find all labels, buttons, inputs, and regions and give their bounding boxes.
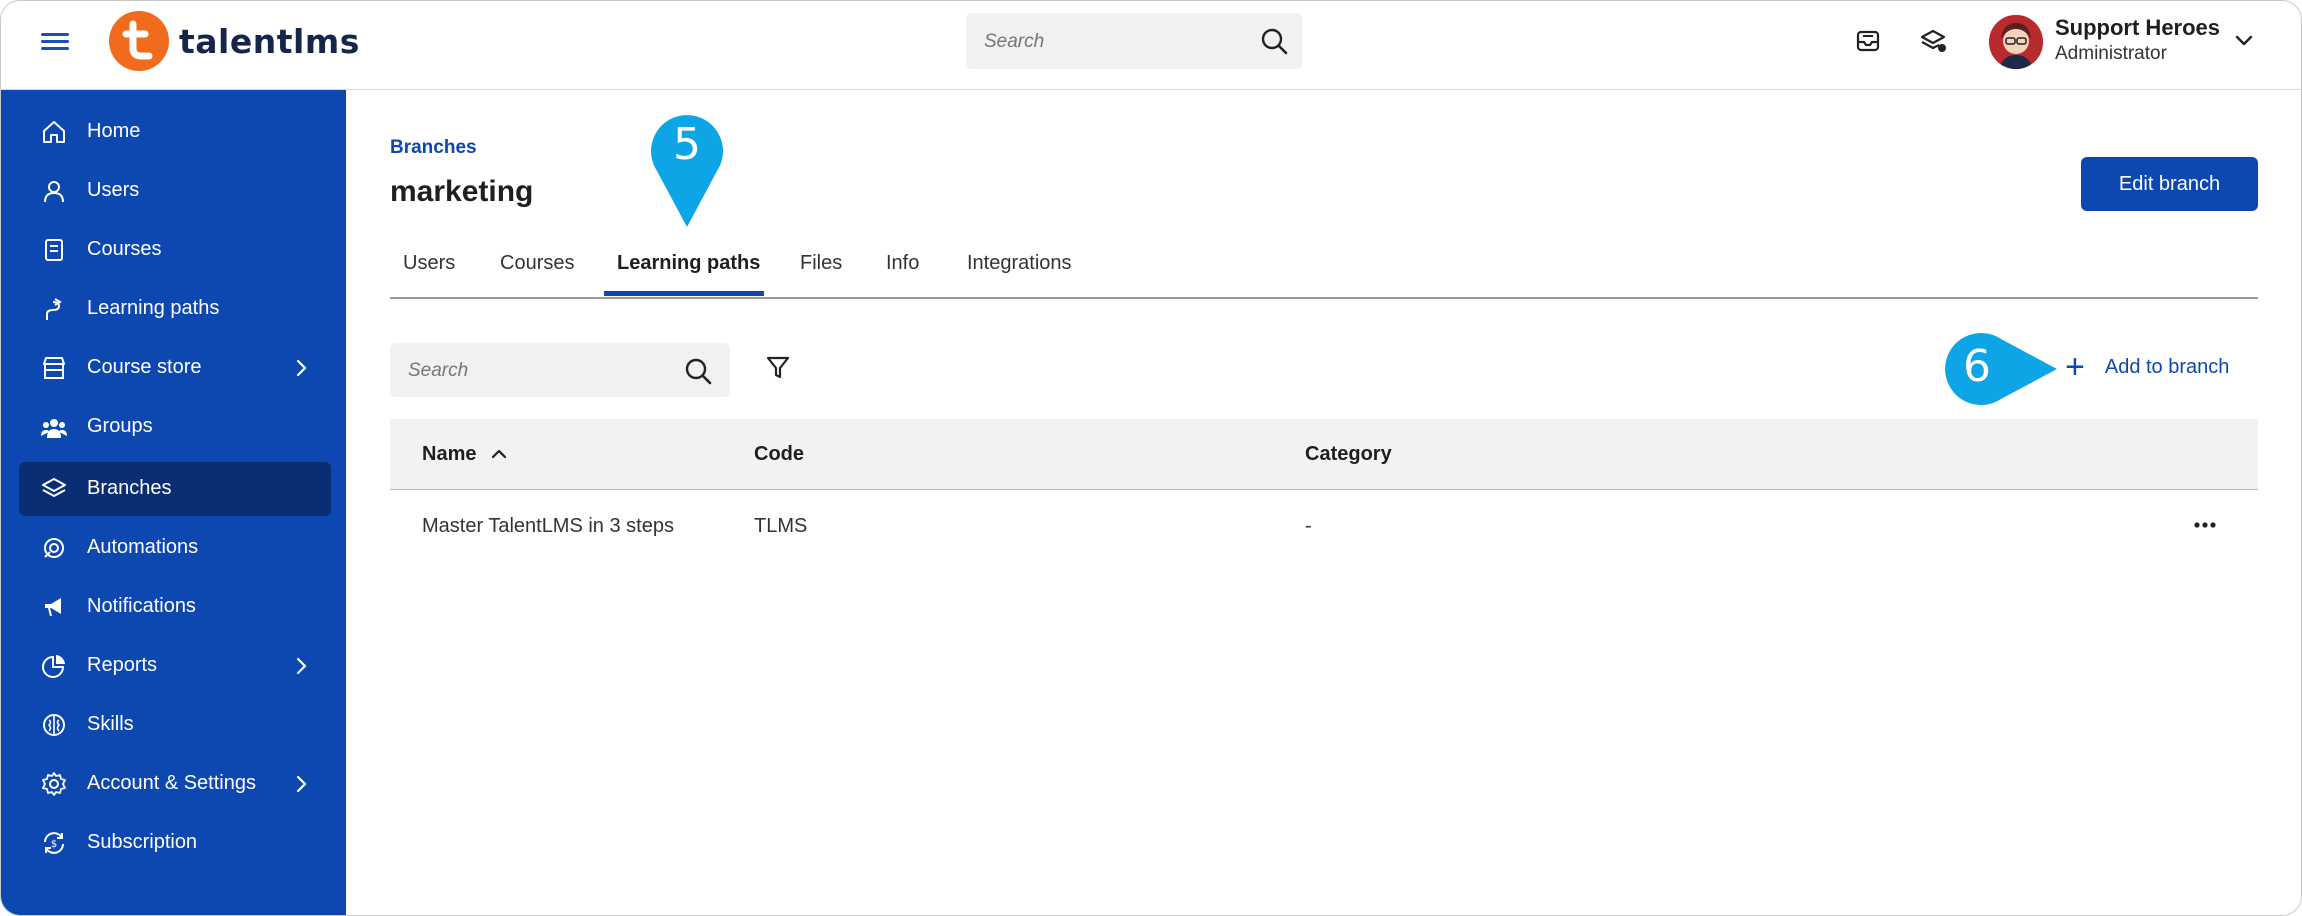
table-header: Name Code Category bbox=[390, 419, 2258, 490]
sidebar-item-branches[interactable]: Branches bbox=[19, 462, 331, 516]
sidebar-item-label: Branches bbox=[87, 477, 172, 499]
sidebar-item-automations[interactable]: Automations bbox=[19, 521, 331, 575]
search-icon[interactable] bbox=[684, 357, 712, 390]
cell-code: TLMS bbox=[754, 515, 808, 537]
top-bar: talentlms Search Support Heroes Administ… bbox=[1, 1, 2301, 90]
sidebar-item-notifications[interactable]: Notifications bbox=[19, 580, 331, 634]
cell-name: Master TalentLMS in 3 steps bbox=[422, 515, 674, 537]
app-window: talentlms Search Support Heroes Administ… bbox=[0, 0, 2302, 916]
sidebar-item-course-store[interactable]: Course store bbox=[19, 341, 331, 395]
active-tab-indicator bbox=[604, 291, 764, 296]
tab-courses[interactable]: Courses bbox=[500, 252, 574, 275]
chevron-down-icon[interactable] bbox=[2233, 29, 2255, 56]
step-callout-5: 5 bbox=[647, 109, 727, 229]
layers-icon bbox=[41, 476, 67, 502]
breadcrumb[interactable]: Branches bbox=[390, 137, 477, 159]
column-header-name[interactable]: Name bbox=[422, 443, 476, 466]
sidebar-item-label: Groups bbox=[87, 415, 153, 437]
subscription-icon: $ bbox=[41, 830, 67, 856]
column-header-category[interactable]: Category bbox=[1305, 443, 1392, 466]
search-icon[interactable] bbox=[1260, 27, 1288, 60]
gear-icon bbox=[41, 771, 67, 797]
sidebar-item-label: Courses bbox=[87, 238, 162, 260]
logo-text: talentlms bbox=[179, 21, 360, 61]
groups-icon bbox=[41, 414, 67, 440]
user-name: Support Heroes bbox=[2055, 15, 2221, 40]
sidebar-item-label: Users bbox=[87, 179, 140, 201]
sidebar-item-label: Skills bbox=[87, 713, 134, 735]
cell-category: - bbox=[1305, 515, 1312, 537]
tab-info[interactable]: Info bbox=[886, 252, 919, 275]
logo-mark-icon bbox=[109, 11, 169, 71]
brain-icon bbox=[41, 712, 67, 738]
talentlms-logo[interactable]: talentlms bbox=[109, 11, 360, 71]
add-to-branch-label: Add to branch bbox=[2104, 355, 2230, 378]
tab-bar: Users Courses Learning paths Files Info … bbox=[390, 237, 2258, 299]
plus-icon: + bbox=[2065, 348, 2085, 386]
hamburger-icon[interactable] bbox=[41, 29, 69, 55]
column-header-code[interactable]: Code bbox=[754, 443, 804, 466]
tab-files[interactable]: Files bbox=[800, 252, 842, 275]
path-icon bbox=[41, 296, 67, 322]
sidebar-item-courses[interactable]: Courses bbox=[19, 223, 331, 277]
sidebar: Home Users Courses Learning paths Course… bbox=[1, 90, 346, 915]
sidebar-item-subscription[interactable]: $ Subscription bbox=[19, 816, 331, 870]
learning-paths-table: Name Code Category Master TalentLMS in 3… bbox=[390, 419, 2258, 564]
step-callout-6: 6 bbox=[1939, 329, 2059, 409]
list-search-box[interactable] bbox=[390, 343, 730, 399]
user-profile-menu[interactable]: Support Heroes Administrator bbox=[1979, 5, 2271, 77]
sidebar-item-label: Learning paths bbox=[87, 297, 220, 319]
add-to-branch-button[interactable]: + Add to branch bbox=[2065, 349, 2229, 385]
step-number: 5 bbox=[673, 119, 701, 170]
sidebar-item-learning-paths[interactable]: Learning paths bbox=[19, 282, 331, 336]
sidebar-item-label: Reports bbox=[87, 654, 158, 676]
svg-text:$: $ bbox=[51, 839, 57, 850]
top-search-box[interactable] bbox=[966, 13, 1302, 71]
sidebar-item-label: Notifications bbox=[87, 595, 196, 617]
sidebar-item-users[interactable]: Users bbox=[19, 164, 331, 218]
sidebar-item-reports[interactable]: Reports bbox=[19, 639, 331, 693]
sidebar-item-skills[interactable]: Skills bbox=[19, 698, 331, 752]
page-title: marketing bbox=[390, 175, 534, 208]
filter-icon[interactable] bbox=[764, 353, 792, 381]
sidebar-item-label: Automations bbox=[87, 536, 199, 558]
step-number: 6 bbox=[1963, 341, 1991, 392]
automation-icon bbox=[41, 535, 67, 561]
list-search-input[interactable] bbox=[406, 343, 670, 399]
sidebar-item-label: Home bbox=[87, 120, 141, 142]
pie-chart-icon bbox=[41, 653, 67, 679]
book-icon bbox=[41, 237, 67, 263]
chevron-right-icon bbox=[291, 358, 311, 383]
sidebar-item-groups[interactable]: Groups bbox=[19, 400, 331, 454]
edit-branch-button[interactable]: Edit branch bbox=[2081, 157, 2258, 211]
sidebar-item-home[interactable]: Home bbox=[19, 105, 331, 159]
chevron-right-icon bbox=[291, 774, 311, 799]
sort-ascending-icon[interactable] bbox=[490, 445, 508, 468]
top-search-input[interactable] bbox=[982, 13, 1246, 71]
sidebar-item-label: Account & Settings bbox=[87, 772, 256, 794]
sidebar-item-label: Course store bbox=[87, 356, 202, 378]
layers-icon[interactable] bbox=[1917, 25, 1949, 57]
user-icon bbox=[41, 178, 67, 204]
megaphone-icon bbox=[41, 594, 67, 620]
store-icon bbox=[41, 355, 67, 381]
table-row[interactable]: Master TalentLMS in 3 steps TLMS - bbox=[390, 490, 2258, 564]
tab-learning-paths[interactable]: Learning paths bbox=[617, 252, 760, 275]
more-options-icon[interactable] bbox=[2190, 510, 2220, 540]
tab-integrations[interactable]: Integrations bbox=[967, 252, 1072, 275]
sidebar-item-label: Subscription bbox=[87, 831, 198, 853]
avatar bbox=[1989, 15, 2043, 69]
user-role: Administrator bbox=[2055, 43, 2167, 64]
tab-users[interactable]: Users bbox=[403, 252, 455, 275]
home-icon bbox=[41, 119, 67, 145]
sidebar-item-account-settings[interactable]: Account & Settings bbox=[19, 757, 331, 811]
inbox-icon[interactable] bbox=[1852, 25, 1884, 57]
chevron-right-icon bbox=[291, 656, 311, 681]
